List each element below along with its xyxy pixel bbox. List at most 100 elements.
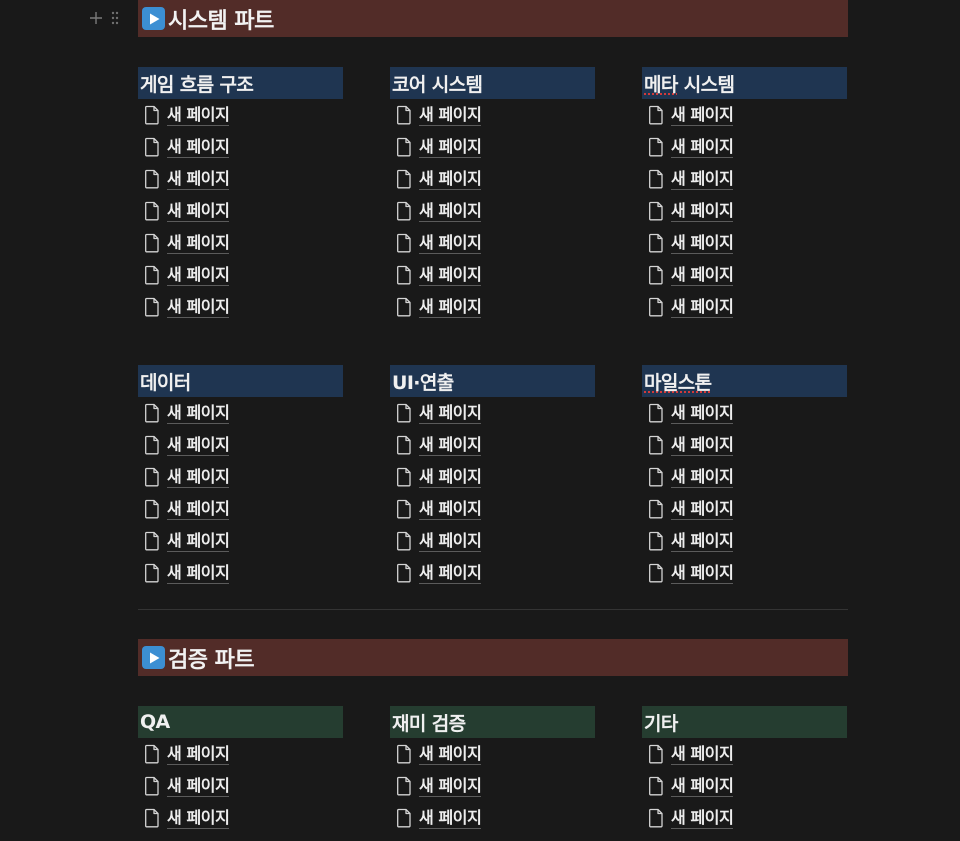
- page-link-label[interactable]: 새 페이지: [419, 297, 482, 318]
- section-header-system[interactable]: 시스템 파트: [138, 0, 848, 37]
- page-link[interactable]: 새 페이지: [390, 227, 595, 259]
- page-link[interactable]: 새 페이지: [390, 493, 595, 525]
- page-link-label[interactable]: 새 페이지: [671, 744, 734, 765]
- page-link-label[interactable]: 새 페이지: [671, 499, 734, 520]
- page-link-label[interactable]: 새 페이지: [167, 744, 230, 765]
- page-link[interactable]: 새 페이지: [138, 461, 343, 493]
- page-link[interactable]: 새 페이지: [390, 99, 595, 131]
- page-link[interactable]: 새 페이지: [390, 195, 595, 227]
- page-link-label[interactable]: 새 페이지: [167, 169, 230, 190]
- page-link-label[interactable]: 새 페이지: [419, 403, 482, 424]
- page-link-label[interactable]: 새 페이지: [671, 776, 734, 797]
- page-link-label[interactable]: 새 페이지: [671, 169, 734, 190]
- page-link[interactable]: 새 페이지: [642, 557, 847, 589]
- page-link-label[interactable]: 새 페이지: [167, 435, 230, 456]
- page-link[interactable]: 새 페이지: [642, 493, 847, 525]
- page-link-label[interactable]: 새 페이지: [671, 467, 734, 488]
- page-link-label[interactable]: 새 페이지: [167, 808, 230, 829]
- page-link[interactable]: 새 페이지: [642, 738, 847, 770]
- page-link[interactable]: 새 페이지: [390, 770, 595, 802]
- page-link-label[interactable]: 새 페이지: [167, 531, 230, 552]
- page-link-label[interactable]: 새 페이지: [419, 265, 482, 286]
- page-link-label[interactable]: 새 페이지: [167, 467, 230, 488]
- page-link[interactable]: 새 페이지: [138, 195, 343, 227]
- page-link[interactable]: 새 페이지: [642, 429, 847, 461]
- page-link[interactable]: 새 페이지: [390, 131, 595, 163]
- page-link[interactable]: 새 페이지: [642, 770, 847, 802]
- page-link[interactable]: 새 페이지: [642, 195, 847, 227]
- page-link-label[interactable]: 새 페이지: [419, 563, 482, 584]
- plus-icon[interactable]: [88, 10, 104, 26]
- page-link[interactable]: 새 페이지: [642, 259, 847, 291]
- page-link[interactable]: 새 페이지: [138, 557, 343, 589]
- page-link[interactable]: 새 페이지: [138, 802, 343, 834]
- page-link-label[interactable]: 새 페이지: [419, 776, 482, 797]
- page-link-label[interactable]: 새 페이지: [671, 201, 734, 222]
- page-link[interactable]: 새 페이지: [138, 493, 343, 525]
- page-link-label[interactable]: 새 페이지: [167, 776, 230, 797]
- page-link-label[interactable]: 새 페이지: [671, 435, 734, 456]
- page-link-label[interactable]: 새 페이지: [419, 233, 482, 254]
- page-link-label[interactable]: 새 페이지: [671, 403, 734, 424]
- page-link[interactable]: 새 페이지: [390, 461, 595, 493]
- page-link-label[interactable]: 새 페이지: [167, 137, 230, 158]
- page-link-label[interactable]: 새 페이지: [419, 169, 482, 190]
- page-link[interactable]: 새 페이지: [138, 291, 343, 323]
- page-link-label[interactable]: 새 페이지: [671, 233, 734, 254]
- page-link-label[interactable]: 새 페이지: [419, 467, 482, 488]
- page-link-label[interactable]: 새 페이지: [419, 105, 482, 126]
- page-link-label[interactable]: 새 페이지: [419, 499, 482, 520]
- page-link[interactable]: 새 페이지: [390, 738, 595, 770]
- page-link-label[interactable]: 새 페이지: [671, 808, 734, 829]
- page-link[interactable]: 새 페이지: [138, 397, 343, 429]
- page-link[interactable]: 새 페이지: [390, 397, 595, 429]
- drag-handle-icon[interactable]: [110, 10, 120, 26]
- page-link-label[interactable]: 새 페이지: [671, 297, 734, 318]
- page-link[interactable]: 새 페이지: [138, 259, 343, 291]
- page-link[interactable]: 새 페이지: [390, 291, 595, 323]
- page-link[interactable]: 새 페이지: [642, 227, 847, 259]
- page-link-label[interactable]: 새 페이지: [671, 531, 734, 552]
- page-link-label[interactable]: 새 페이지: [167, 265, 230, 286]
- page-link[interactable]: 새 페이지: [642, 99, 847, 131]
- page-link-label[interactable]: 새 페이지: [419, 137, 482, 158]
- section-header-verification[interactable]: 검증 파트: [138, 639, 848, 676]
- page-link[interactable]: 새 페이지: [138, 525, 343, 557]
- page-link-label[interactable]: 새 페이지: [167, 233, 230, 254]
- page-link-label[interactable]: 새 페이지: [671, 137, 734, 158]
- page-link-label[interactable]: 새 페이지: [167, 563, 230, 584]
- page-link[interactable]: 새 페이지: [138, 227, 343, 259]
- page-link[interactable]: 새 페이지: [138, 429, 343, 461]
- page-link-label[interactable]: 새 페이지: [671, 105, 734, 126]
- page-link-label[interactable]: 새 페이지: [167, 297, 230, 318]
- page-link-label[interactable]: 새 페이지: [419, 531, 482, 552]
- page-link[interactable]: 새 페이지: [642, 291, 847, 323]
- page-link-label[interactable]: 새 페이지: [671, 563, 734, 584]
- page-link-label[interactable]: 새 페이지: [419, 201, 482, 222]
- page-link[interactable]: 새 페이지: [390, 259, 595, 291]
- page-link[interactable]: 새 페이지: [642, 397, 847, 429]
- page-link-label[interactable]: 새 페이지: [167, 105, 230, 126]
- page-link[interactable]: 새 페이지: [642, 525, 847, 557]
- page-link[interactable]: 새 페이지: [138, 131, 343, 163]
- page-link-label[interactable]: 새 페이지: [419, 808, 482, 829]
- page-link[interactable]: 새 페이지: [138, 770, 343, 802]
- page-link-label[interactable]: 새 페이지: [671, 265, 734, 286]
- page-link-label[interactable]: 새 페이지: [419, 744, 482, 765]
- page-link[interactable]: 새 페이지: [138, 738, 343, 770]
- page-link[interactable]: 새 페이지: [642, 163, 847, 195]
- page-link[interactable]: 새 페이지: [138, 99, 343, 131]
- page-link-label[interactable]: 새 페이지: [167, 201, 230, 222]
- page-link[interactable]: 새 페이지: [642, 461, 847, 493]
- page-link-label[interactable]: 새 페이지: [167, 403, 230, 424]
- page-link[interactable]: 새 페이지: [390, 429, 595, 461]
- page-link[interactable]: 새 페이지: [642, 131, 847, 163]
- page-link[interactable]: 새 페이지: [642, 802, 847, 834]
- page-link[interactable]: 새 페이지: [390, 525, 595, 557]
- page-link[interactable]: 새 페이지: [138, 163, 343, 195]
- page-link-label[interactable]: 새 페이지: [419, 435, 482, 456]
- page-link[interactable]: 새 페이지: [390, 163, 595, 195]
- page-link[interactable]: 새 페이지: [390, 557, 595, 589]
- page-link[interactable]: 새 페이지: [390, 802, 595, 834]
- page-link-label[interactable]: 새 페이지: [167, 499, 230, 520]
